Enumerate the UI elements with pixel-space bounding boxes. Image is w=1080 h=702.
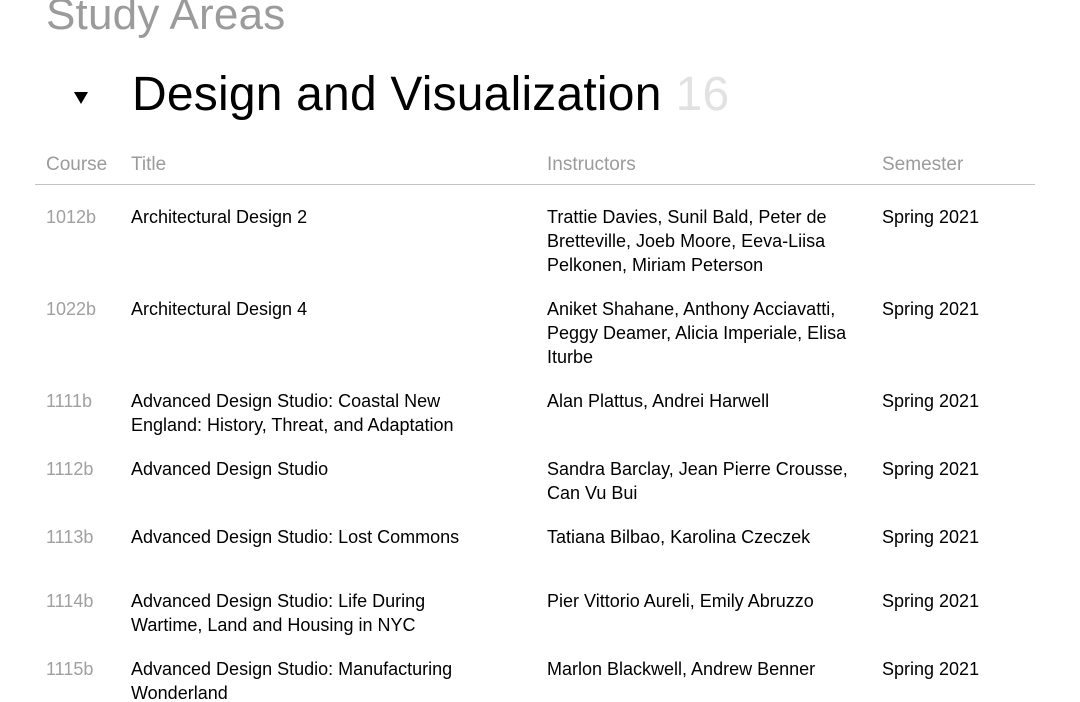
course-instructors: Alan Plattus, Andrei Harwell [536,389,871,413]
course-number: 1114b [35,589,120,613]
course-semester: Spring 2021 [871,589,1035,613]
collapse-triangle-icon[interactable] [74,92,88,104]
course-title: Advanced Design Studio: Life During Wart… [120,589,536,637]
course-instructors: Sandra Barclay, Jean Pierre Crousse, Can… [536,457,871,505]
course-row-1012b[interactable]: 1012b Architectural Design 2 Trattie Dav… [35,185,1035,277]
course-instructors: Tatiana Bilbao, Karolina Czeczek [536,525,871,549]
course-row-1111b[interactable]: 1111b Advanced Design Studio: Coastal Ne… [35,369,1035,437]
course-title: Advanced Design Studio: Coastal New Engl… [120,389,536,437]
course-semester: Spring 2021 [871,525,1035,549]
course-semester: Spring 2021 [871,389,1035,413]
column-header-title: Title [120,153,536,177]
course-title: Advanced Design Studio: Lost Commons [120,525,536,549]
course-row-1115b[interactable]: 1115b Advanced Design Studio: Manufactur… [35,637,1035,702]
course-number: 1112b [35,457,120,481]
course-number: 1111b [35,389,120,413]
course-title: Architectural Design 2 [120,205,536,229]
course-row-1112b[interactable]: 1112b Advanced Design Studio Sandra Barc… [35,437,1035,505]
course-number: 1012b [35,205,120,229]
courses-table: Course Title Instructors Semester 1012b … [35,153,1035,702]
course-instructors: Aniket Shahane, Anthony Acciavatti, Pegg… [536,297,871,369]
course-title: Advanced Design Studio [120,457,536,481]
course-row-1114b[interactable]: 1114b Advanced Design Studio: Life Durin… [35,569,1035,637]
course-row-1113b[interactable]: 1113b Advanced Design Studio: Lost Commo… [35,505,1035,569]
section-course-count: 16 [676,68,730,121]
course-semester: Spring 2021 [871,297,1035,321]
table-header-row: Course Title Instructors Semester [35,153,1035,185]
column-header-instructors: Instructors [536,153,871,177]
column-header-semester: Semester [871,153,1035,177]
course-semester: Spring 2021 [871,205,1035,229]
course-row-1022b[interactable]: 1022b Architectural Design 4 Aniket Shah… [35,277,1035,369]
course-number: 1113b [35,525,120,549]
course-title: Advanced Design Studio: Manufacturing Wo… [120,657,536,702]
study-areas-page: Study Areas Design and Visualization 16 C… [0,0,1080,695]
course-instructors: Trattie Davies, Sunil Bald, Peter de Bre… [536,205,871,277]
section-header-design-visualization[interactable]: Design and Visualization 16 [0,67,1080,122]
course-number: 1022b [35,297,120,321]
column-header-course: Course [35,153,120,177]
course-instructors: Marlon Blackwell, Andrew Benner [536,657,871,681]
section-title-text: Design and Visualization [132,68,662,121]
course-title: Architectural Design 4 [120,297,536,321]
course-instructors: Pier Vittorio Aureli, Emily Abruzzo [536,589,871,613]
page-title: Study Areas [46,0,1080,37]
course-semester: Spring 2021 [871,657,1035,681]
section-title: Design and Visualization 16 [132,67,729,122]
course-number: 1115b [35,657,120,681]
course-semester: Spring 2021 [871,457,1035,481]
